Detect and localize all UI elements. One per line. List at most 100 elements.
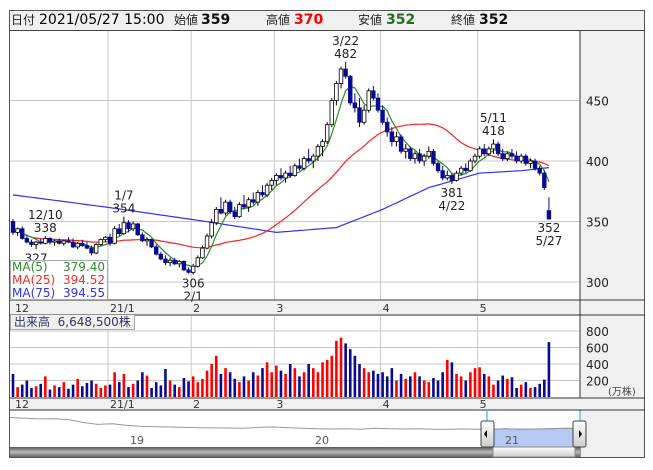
volume-bar: [284, 373, 287, 397]
volume-tick-label: 400: [586, 358, 609, 372]
volume-bar: [547, 342, 551, 397]
volume-date-tick-label: 5: [480, 398, 487, 411]
candle: [177, 261, 182, 265]
volume-bar: [348, 349, 352, 397]
volume-bar: [261, 368, 264, 397]
annotation-date: 12/10: [28, 208, 63, 222]
volume-bar: [67, 388, 70, 397]
candle: [361, 109, 367, 123]
volume-bar: [510, 377, 514, 397]
volume-bar: [307, 364, 310, 397]
candle: [449, 175, 455, 181]
candle: [306, 158, 311, 162]
candle: [167, 259, 173, 264]
date-tick-label: 2: [193, 302, 200, 315]
volume-bar: [372, 370, 375, 397]
candle: [505, 153, 510, 159]
volume-bar: [367, 372, 371, 397]
volume-bar: [399, 373, 403, 397]
volume-bar: [228, 372, 232, 397]
candle: [227, 201, 233, 213]
volume-legend: 出来高 6,648,500株: [10, 315, 135, 330]
volume-bar: [362, 368, 366, 397]
candle: [66, 240, 71, 243]
navigator-year-label: 19: [130, 434, 144, 447]
volume-bar: [76, 378, 79, 397]
candle: [320, 141, 325, 147]
volume-bar: [71, 384, 75, 397]
candle: [223, 201, 228, 214]
volume-bar: [395, 380, 398, 397]
volume-bar: [104, 385, 107, 397]
candle: [126, 222, 131, 230]
candle: [495, 143, 501, 155]
annotation-value: 352: [537, 221, 560, 235]
volume-bar: [422, 380, 426, 397]
navigator-scroll-thumb[interactable]: [492, 446, 576, 458]
volume-label: 出来高: [14, 315, 51, 329]
volume-bar: [275, 365, 278, 397]
volume-bar: [117, 382, 121, 397]
volume-bar: [293, 368, 297, 397]
volume-bar: [242, 376, 246, 397]
navigator-left-handle[interactable]: [480, 420, 495, 448]
volume-bar: [48, 389, 52, 397]
volume-bar: [131, 383, 135, 397]
candle: [20, 228, 25, 239]
candle: [297, 165, 302, 169]
candle: [458, 167, 464, 174]
volume-unit-label: (万株): [608, 385, 636, 398]
volume-bar: [94, 383, 98, 397]
candle: [292, 165, 298, 176]
volume-bar: [85, 382, 89, 397]
volume-bar: [233, 378, 237, 397]
volume-bar: [302, 372, 306, 397]
candle: [163, 258, 168, 264]
volume-bar: [141, 372, 144, 397]
candle: [269, 179, 274, 186]
volume-bar: [44, 376, 47, 397]
navigator-year-label: 20: [315, 434, 329, 447]
volume-bar: [376, 373, 380, 397]
candle: [140, 234, 145, 242]
volume-bar: [214, 355, 218, 397]
candle: [431, 150, 436, 164]
candle: [255, 192, 261, 203]
volume-tick-label: 200: [586, 375, 609, 389]
volume-bar: [450, 362, 454, 397]
volume-bar: [487, 376, 491, 397]
candle: [500, 153, 505, 159]
candle: [103, 236, 108, 241]
volume-bar: [390, 368, 394, 397]
candle: [98, 239, 103, 245]
candle: [472, 155, 478, 162]
volume-bar: [464, 380, 468, 397]
candle: [375, 97, 381, 111]
volume-bar: [113, 372, 116, 397]
candle: [154, 246, 159, 255]
moving-average-legend: MA(5) 379.40 MA(25) 394.52 MA(75) 394.55: [10, 260, 108, 300]
date-tick-label: 5: [480, 302, 487, 315]
volume-bar: [492, 384, 495, 397]
candle: [408, 148, 413, 159]
volume-bar: [316, 372, 320, 397]
candle: [366, 90, 371, 111]
ma75-value: 394.55: [63, 286, 105, 300]
candle: [380, 109, 385, 123]
volume-bar: [182, 378, 186, 397]
volume-bar: [154, 382, 158, 397]
annotation-value: 381: [440, 186, 463, 200]
candle: [38, 241, 43, 244]
volume-tick-label: 800: [586, 325, 609, 339]
stock-chart: 12/103383271/73543062/13/224823814/225/1…: [9, 31, 645, 458]
candle: [70, 241, 76, 248]
candle: [546, 210, 552, 220]
candle: [343, 68, 348, 77]
annotation-value: 338: [34, 221, 57, 235]
volume-bar: [482, 373, 486, 397]
price-tick-label: 450: [586, 95, 609, 109]
volume-bar: [270, 372, 274, 397]
volume-value: 6,648,500株: [57, 315, 131, 329]
candle: [463, 167, 468, 172]
candle: [523, 155, 529, 164]
